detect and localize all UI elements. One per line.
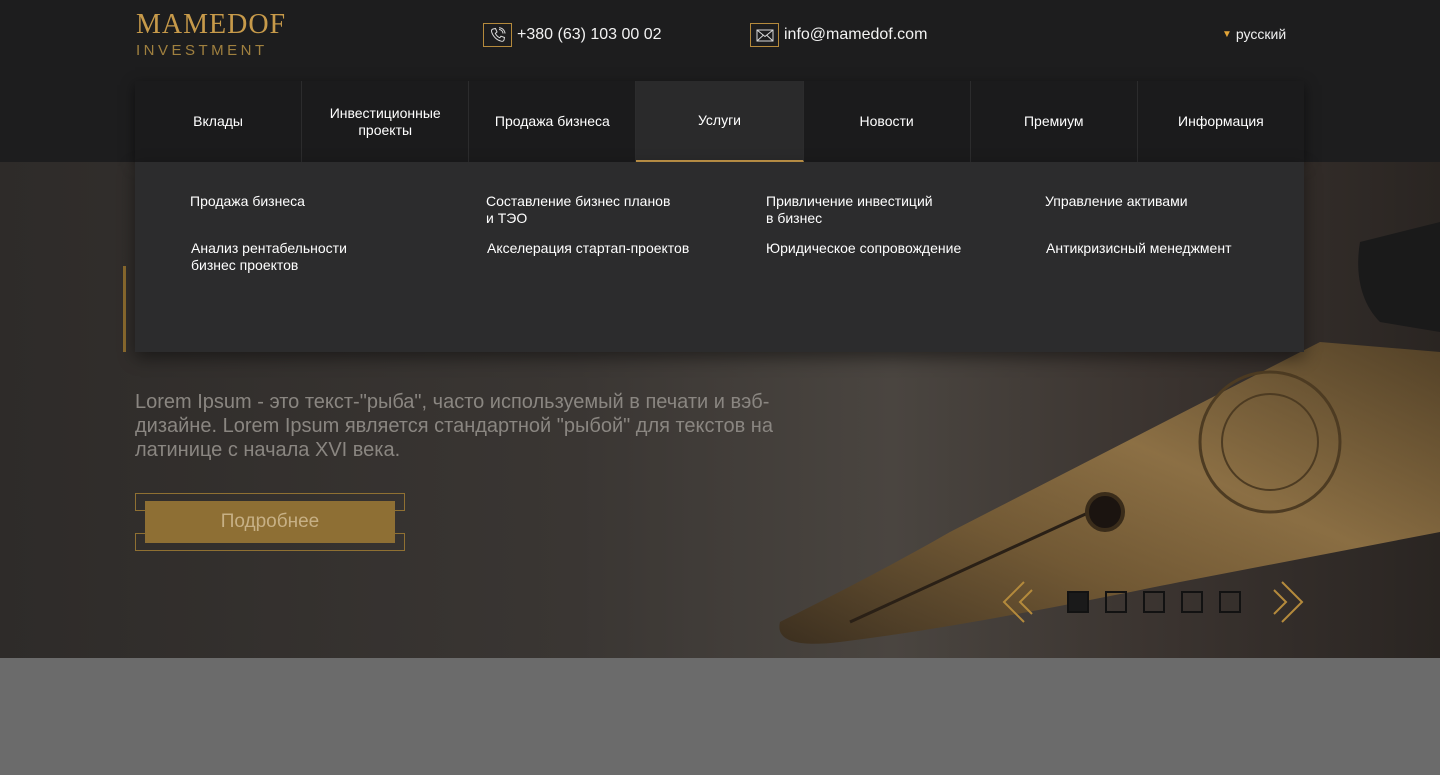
nav-item-news[interactable]: Новости [804, 81, 971, 162]
nav-item-deposits[interactable]: Вклады [135, 81, 303, 162]
language-selector[interactable]: ▼ русский [1222, 26, 1286, 42]
slide-dot-5[interactable] [1219, 591, 1241, 613]
slide-dot-1[interactable] [1067, 591, 1089, 613]
nav-item-information[interactable]: Информация [1138, 81, 1304, 162]
next-slide-icon[interactable] [1262, 580, 1306, 624]
caret-down-icon: ▼ [1222, 28, 1232, 40]
slide-dot-4[interactable] [1181, 591, 1203, 613]
dropdown-item-crisis-management[interactable]: Антикризисный менеджмент [1046, 240, 1232, 257]
slide-dot-3[interactable] [1143, 591, 1165, 613]
email-address[interactable]: info@mamedof.com [784, 26, 927, 44]
main-nav: Вклады Инвестиционные проекты Продажа би… [135, 81, 1304, 162]
email-contact[interactable]: info@mamedof.com [750, 23, 927, 47]
slide-dot-2[interactable] [1105, 591, 1127, 613]
phone-number[interactable]: +380 (63) 103 00 02 [517, 26, 662, 44]
nav-item-premium[interactable]: Премиум [971, 81, 1138, 162]
services-dropdown: Продажа бизнеса Составление бизнес плано… [135, 162, 1304, 352]
nav-item-services[interactable]: Услуги [636, 81, 804, 162]
slider-controls [1000, 580, 1306, 624]
dropdown-item-business-plans[interactable]: Составление бизнес планов и ТЭО [486, 193, 670, 227]
hero-description: Lorem Ipsum - это текст-"рыба", часто ис… [135, 391, 773, 461]
language-label: русский [1235, 26, 1287, 42]
page-lower-section [0, 658, 1440, 775]
dropdown-item-asset-management[interactable]: Управление активами [1045, 193, 1188, 210]
phone-icon [483, 23, 512, 47]
hero-accent-line [123, 266, 126, 352]
dropdown-item-profitability-analysis[interactable]: Анализ рентабельности бизнес проектов [191, 240, 347, 274]
prev-slide-icon[interactable] [1000, 580, 1044, 624]
dropdown-item-legal-support[interactable]: Юридическое сопровождение [766, 240, 961, 257]
more-button-frame: Подробнее [135, 493, 405, 551]
nav-item-business-sale[interactable]: Продажа бизнеса [469, 81, 637, 162]
more-button[interactable]: Подробнее [145, 501, 395, 543]
phone-contact[interactable]: +380 (63) 103 00 02 [483, 23, 662, 47]
nav-item-investment-projects[interactable]: Инвестиционные проекты [302, 81, 470, 162]
logo-tagline: INVESTMENT [136, 42, 268, 59]
logo[interactable]: MAMEDOF INVESTMENT [136, 10, 286, 60]
dropdown-item-investment-attraction[interactable]: Привличение инвестиций в бизнес [766, 193, 933, 227]
mail-icon [750, 23, 779, 47]
dropdown-item-business-sale[interactable]: Продажа бизнеса [190, 193, 305, 210]
dropdown-item-startup-acceleration[interactable]: Акселерация стартап-проектов [487, 240, 689, 257]
logo-name: MAMEDOF [136, 9, 287, 40]
